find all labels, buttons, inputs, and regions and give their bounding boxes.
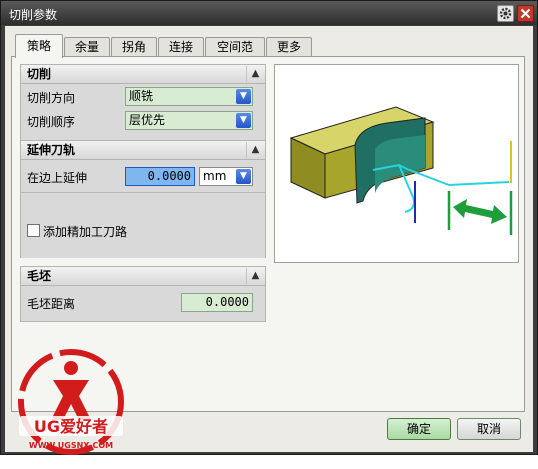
close-icon	[520, 8, 531, 19]
parameter-sections: 切削 ▲ 切削方向 顺铣 ▼ 切削顺序 层优先 ▼ 延伸刀轨 ▲ 在边上延伸 0…	[20, 64, 266, 322]
section-body-cutting: 切削方向 顺铣 ▼ 切削顺序 层优先 ▼	[20, 84, 266, 140]
ok-button[interactable]: 确定	[387, 418, 451, 440]
blank-distance-input[interactable]: 0.0000	[181, 293, 253, 312]
section-body-blank: 毛坯距离 0.0000	[20, 286, 266, 322]
chevron-down-icon[interactable]: ▼	[236, 113, 251, 128]
tab-strategy[interactable]: 策略	[15, 34, 63, 58]
extend-edge-unit-value: mm	[203, 169, 227, 183]
title-bar[interactable]: 切削参数	[1, 1, 537, 25]
dialog-window: 切削参数 策略 余量 拐角 连接 空间范围 更多 切削 ▲	[0, 0, 538, 455]
watermark-url: WWW.UGSNX.COM	[29, 441, 113, 450]
cut-order-label: 切削顺序	[27, 115, 76, 129]
divider	[21, 192, 265, 193]
cut-order-value: 层优先	[129, 113, 166, 127]
settings-button[interactable]	[497, 5, 514, 22]
tab-bar: 策略 余量 拐角 连接 空间范围 更多	[11, 34, 531, 72]
cut-order-row: 切削顺序 层优先 ▼	[21, 108, 265, 132]
extend-edge-row: 在边上延伸 0.0000 mm ▼	[21, 160, 265, 190]
cancel-button[interactable]: 取消	[457, 418, 521, 440]
window-title: 切削参数	[9, 8, 58, 22]
cut-direction-row: 切削方向 顺铣 ▼	[21, 84, 265, 108]
extend-edge-input[interactable]: 0.0000	[125, 167, 195, 186]
ugsnx-logo-icon: UG爱好者 WWW.UGSNX.COM	[18, 349, 124, 455]
finish-pass-row: 添加精加工刀路	[21, 218, 265, 242]
section-title-blank: 毛坯	[27, 269, 52, 283]
collapse-icon[interactable]: ▲	[246, 268, 264, 284]
collapse-icon[interactable]: ▲	[246, 142, 264, 158]
finish-pass-checkbox[interactable]	[27, 224, 40, 237]
gear-icon	[499, 7, 512, 20]
section-header-cutting[interactable]: 切削 ▲	[20, 64, 266, 84]
watermark-logo: UG爱好者 WWW.UGSNX.COM	[13, 346, 133, 466]
finish-pass-label: 添加精加工刀路	[43, 225, 128, 239]
tab-connections[interactable]: 连接	[158, 37, 204, 57]
section-title-cutting: 切削	[27, 67, 52, 81]
chevron-down-icon[interactable]: ▼	[236, 169, 251, 184]
section-header-extend[interactable]: 延伸刀轨 ▲	[20, 140, 266, 160]
cut-order-select[interactable]: 层优先 ▼	[125, 111, 253, 130]
tab-corners[interactable]: 拐角	[111, 37, 157, 57]
watermark-brand: UG爱好者	[34, 417, 108, 436]
tab-more[interactable]: 更多	[266, 37, 312, 57]
cut-preview-illustration	[289, 106, 513, 235]
blank-distance-row: 毛坯距离 0.0000	[21, 286, 265, 318]
section-header-blank[interactable]: 毛坯 ▲	[20, 266, 266, 286]
tab-containment[interactable]: 空间范围	[205, 37, 265, 72]
close-button[interactable]	[517, 5, 534, 22]
width-arrow-icon	[453, 199, 507, 224]
section-title-extend: 延伸刀轨	[27, 143, 76, 157]
extend-edge-unit-select[interactable]: mm ▼	[199, 167, 253, 186]
section-body-extend: 在边上延伸 0.0000 mm ▼ 添加精加工刀路	[20, 160, 266, 258]
dialog-client-area: 策略 余量 拐角 连接 空间范围 更多 切削 ▲ 切削方向 顺铣 ▼	[5, 26, 533, 455]
cut-direction-value: 顺铣	[129, 89, 154, 103]
cut-direction-label: 切削方向	[27, 91, 76, 105]
collapse-icon[interactable]: ▲	[246, 66, 264, 82]
extend-edge-label: 在边上延伸	[27, 171, 88, 185]
tab-stock[interactable]: 余量	[64, 37, 110, 57]
blank-distance-label: 毛坯距离	[27, 297, 76, 311]
preview-image	[274, 64, 519, 263]
chevron-down-icon[interactable]: ▼	[236, 89, 251, 104]
cut-direction-select[interactable]: 顺铣 ▼	[125, 87, 253, 106]
